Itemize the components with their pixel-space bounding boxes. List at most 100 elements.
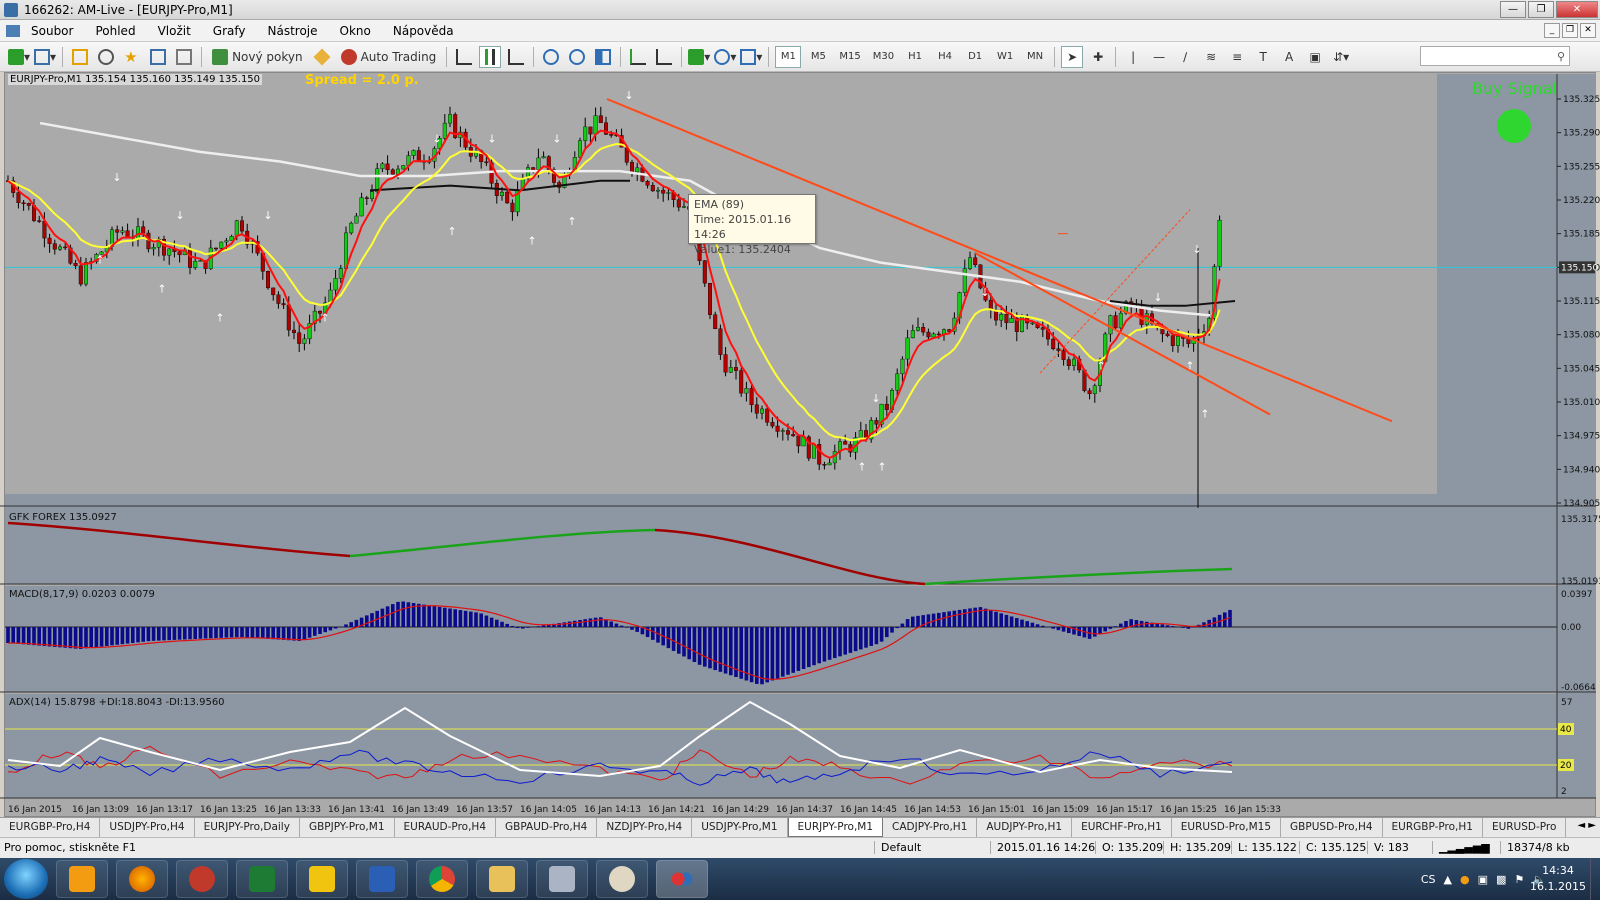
- macd-histogram-bar: [422, 604, 426, 627]
- bear-candle: [16, 192, 21, 203]
- bull-candle: [1217, 219, 1222, 267]
- chart-tab[interactable]: USDJPY-Pro,M1: [692, 818, 788, 837]
- status-bar: Pro pomoc, stiskněte F1 Default 2015.01.…: [0, 837, 1600, 858]
- bull-candle: [744, 388, 749, 394]
- macd-histogram-bar: [916, 615, 920, 627]
- chart-tab[interactable]: NZDJPY-Pro,H4: [597, 818, 693, 837]
- macd-histogram-bar: [281, 627, 286, 640]
- tray-arrow-icon[interactable]: ▲: [1444, 873, 1452, 886]
- macd-histogram-bar: [573, 620, 577, 627]
- time-axis-label: 16 Jan 13:17: [136, 805, 193, 815]
- chart-tab[interactable]: AUDJPY-Pro,H1: [977, 818, 1073, 837]
- start-button[interactable]: [4, 859, 48, 899]
- macd-histogram-bar: [53, 627, 57, 647]
- status-high: H: 135.209: [1163, 841, 1231, 854]
- taskbar-calculator[interactable]: [536, 860, 588, 898]
- macd-histogram-bar: [245, 627, 249, 638]
- clock[interactable]: 14:34 16.1.2015: [1530, 863, 1586, 895]
- macd-histogram-bar: [79, 627, 83, 649]
- taskbar-explorer[interactable]: [476, 860, 528, 898]
- chart-tab[interactable]: EURGBP-Pro,H4: [0, 818, 101, 837]
- tray-monitor-icon[interactable]: ▩: [1496, 873, 1506, 886]
- macd-histogram-bar: [406, 602, 411, 627]
- folder-icon: [489, 866, 515, 892]
- taskbar-excel[interactable]: [236, 860, 288, 898]
- bear-candle: [239, 220, 244, 232]
- bull-candle: [968, 257, 973, 269]
- macd-histogram-bar: [827, 627, 832, 660]
- chart-tab[interactable]: GBPAUD-Pro,H4: [496, 818, 598, 837]
- macd-histogram-bar: [1171, 626, 1175, 627]
- macd-histogram-bar: [479, 613, 483, 627]
- taskbar-snipping[interactable]: [176, 860, 228, 898]
- macd-histogram-bar: [567, 621, 572, 627]
- macd-histogram-bar: [214, 627, 218, 639]
- price-chart[interactable]: 135.325 135.290 135.255 135.220 135.185 135.1…: [0, 0, 1600, 817]
- macd-histogram-bar: [16, 627, 21, 644]
- price-tick-label: 135.115: [1563, 297, 1600, 307]
- chart-tab[interactable]: EURUSD-Pro,M15: [1172, 818, 1282, 837]
- taskbar-chrome[interactable]: [416, 860, 468, 898]
- chart-tab[interactable]: GBPJPY-Pro,M1: [300, 818, 395, 837]
- macd-histogram-bar: [1093, 627, 1097, 637]
- bull-candle: [682, 206, 687, 208]
- tray-flag-icon[interactable]: ⚑: [1514, 873, 1524, 886]
- price-tick-label: 135.325: [1563, 95, 1600, 105]
- excel-icon: [249, 866, 275, 892]
- taskbar-metatrader[interactable]: [656, 860, 708, 898]
- taskbar-word[interactable]: [356, 860, 408, 898]
- bull-candle: [401, 165, 406, 170]
- bear-candle: [37, 220, 42, 222]
- tray-app-icon[interactable]: ●: [1460, 873, 1470, 886]
- taskbar-firefox[interactable]: [116, 860, 168, 898]
- language-indicator[interactable]: CS: [1421, 873, 1436, 886]
- chart-tab[interactable]: EURAUD-Pro,H4: [395, 818, 497, 837]
- bull-candle: [219, 241, 224, 249]
- bull-candle: [536, 157, 541, 171]
- macd-histogram-bar: [900, 623, 905, 627]
- adx-axis-top: 57: [1561, 698, 1572, 708]
- sell-arrow-icon: ↓: [487, 132, 496, 145]
- chart-tab[interactable]: GBPUSD-Pro,H4: [1281, 818, 1383, 837]
- chart-tab[interactable]: EURGBP-Pro,H1: [1383, 818, 1483, 837]
- tray-network-icon[interactable]: ▣: [1478, 873, 1488, 886]
- macd-histogram-bar: [11, 627, 15, 644]
- macd-histogram-bar: [947, 611, 951, 627]
- bull-candle: [916, 327, 921, 331]
- show-desktop-button[interactable]: [1590, 858, 1600, 900]
- macd-histogram-bar: [209, 627, 213, 639]
- chart-tabs: EURGBP-Pro,H4 USDJPY-Pro,H4 EURJPY-Pro,Dai…: [0, 817, 1600, 837]
- bull-candle: [411, 150, 416, 156]
- bull-candle: [827, 462, 832, 466]
- macd-histogram-bar: [469, 611, 473, 627]
- macd-histogram-bar: [755, 627, 759, 684]
- bull-candle: [962, 268, 967, 293]
- macd-histogram-bar: [770, 627, 775, 681]
- macd-histogram-bar: [593, 617, 598, 627]
- chart-tab[interactable]: EURCHF-Pro,H1: [1072, 818, 1172, 837]
- bear-candle: [266, 271, 271, 289]
- taskbar-media-player[interactable]: [56, 860, 108, 898]
- bear-candle: [765, 408, 770, 423]
- status-time: 2015.01.16 14:26: [990, 841, 1095, 854]
- chart-tab[interactable]: CADJPY-Pro,H1: [883, 818, 978, 837]
- macd-histogram-bar: [989, 610, 993, 627]
- chart-tab[interactable]: EURUSD-Pro: [1483, 818, 1567, 837]
- macd-histogram-bar: [110, 627, 114, 646]
- bull-candle: [338, 268, 343, 279]
- bear-candle: [874, 420, 879, 425]
- taskbar-paint[interactable]: [596, 860, 648, 898]
- macd-histogram-bar: [786, 627, 790, 675]
- macd-histogram-bar: [671, 627, 676, 651]
- bear-candle: [609, 134, 614, 136]
- chart-tab[interactable]: EURJPY-Pro,M1: [787, 818, 884, 837]
- bull-candle: [380, 163, 385, 169]
- tab-scroll-arrows[interactable]: ◄ ►: [1577, 820, 1596, 831]
- taskbar-outlook[interactable]: [296, 860, 348, 898]
- chart-tab[interactable]: EURJPY-Pro,Daily: [195, 818, 300, 837]
- bear-candle: [390, 169, 395, 175]
- bear-candle: [1056, 348, 1061, 351]
- macd-histogram-bar: [1009, 616, 1014, 627]
- macd-histogram-bar: [484, 615, 489, 627]
- chart-tab[interactable]: USDJPY-Pro,H4: [100, 818, 195, 837]
